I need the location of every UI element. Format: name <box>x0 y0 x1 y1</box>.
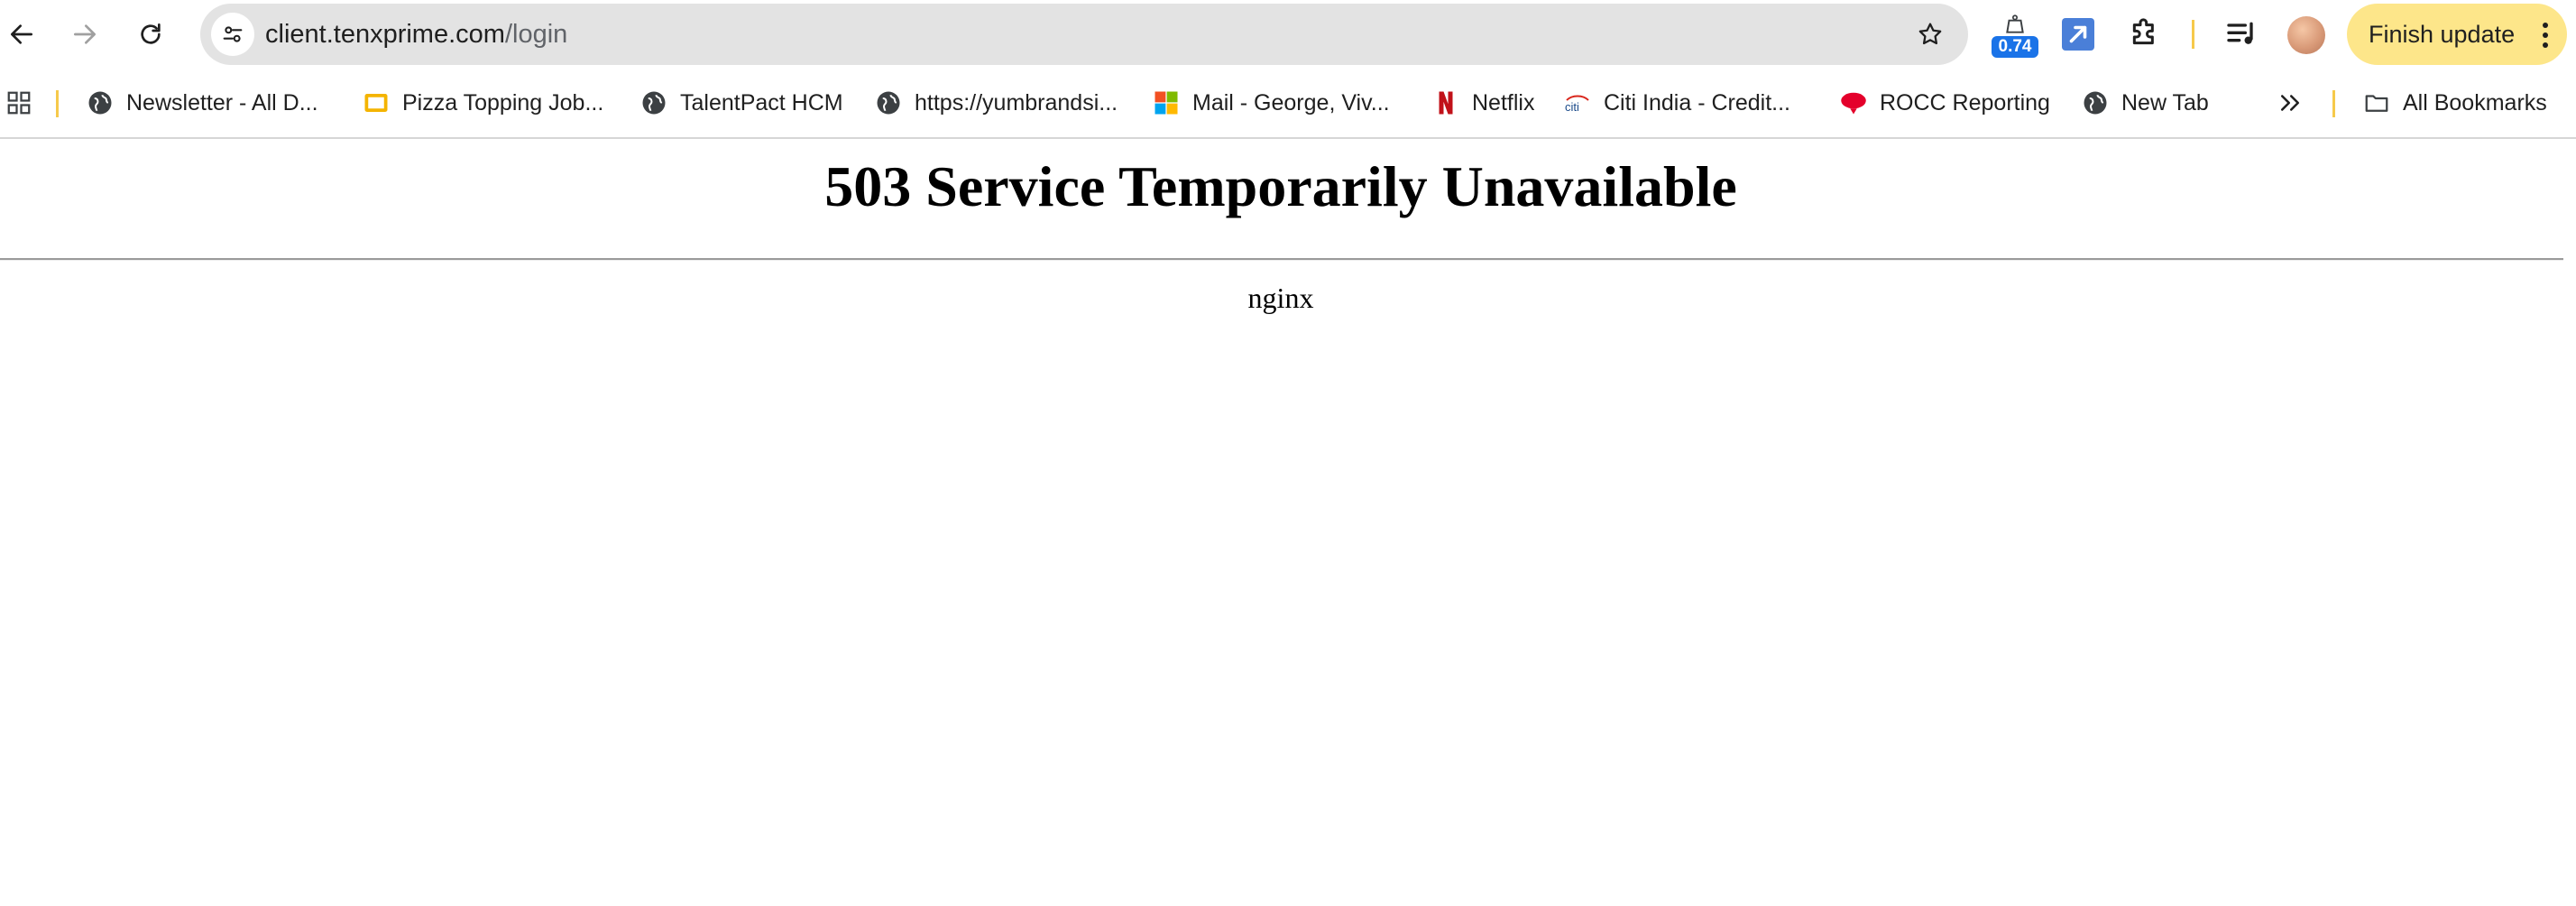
scale-icon <box>2006 14 2024 33</box>
tune-icon <box>223 26 243 42</box>
all-bookmarks-label: All Bookmarks <box>2403 89 2547 116</box>
forward-button[interactable] <box>63 13 106 56</box>
bookmark-item[interactable]: Mail - George, Viv... <box>1153 83 1390 123</box>
globe-icon <box>877 91 900 115</box>
yum-icon <box>1841 92 1866 115</box>
bookmark-label: Mail - George, Viv... <box>1192 89 1390 116</box>
slides-icon <box>364 94 388 112</box>
url-text[interactable]: client.tenxprime.com/login <box>265 4 567 65</box>
browser-toolbar: client.tenxprime.com/login 0.74 Finish u… <box>0 0 2576 69</box>
reload-icon <box>141 23 161 44</box>
page-content: 503 Service Temporarily Unavailable ngin… <box>0 139 2576 906</box>
bookmark-label: ROCC Reporting <box>1880 89 2050 116</box>
apps-button[interactable] <box>5 83 45 123</box>
svg-text:citi: citi <box>1565 100 1579 114</box>
bookmark-star-icon[interactable] <box>1916 20 1945 49</box>
extension-meter-button[interactable]: 0.74 <box>1990 13 2040 60</box>
bookmark-item[interactable]: Netflix <box>1432 83 1534 123</box>
media-controls-icon[interactable] <box>2224 16 2260 52</box>
citi-icon: citi <box>1565 95 1589 114</box>
finish-update-label: Finish update <box>2369 20 2516 48</box>
chevron-double-right-icon <box>2281 95 2299 111</box>
netflix-icon <box>1439 91 1453 115</box>
globe-icon <box>2084 91 2107 115</box>
bookmark-label: Netflix <box>1472 89 1535 116</box>
bookmark-label: New Tab <box>2121 89 2209 116</box>
bookmark-item[interactable]: citi Citi India - Credit... <box>1564 83 1790 123</box>
extensions-puzzle-icon[interactable] <box>2127 14 2163 51</box>
bookmark-item[interactable]: ROCC Reporting <box>1840 83 2050 123</box>
address-bar[interactable]: client.tenxprime.com/login <box>200 4 1968 65</box>
all-bookmarks-button[interactable]: All Bookmarks <box>2363 83 2547 123</box>
arrow-left-icon <box>10 24 32 44</box>
more-menu-icon <box>2543 23 2548 48</box>
globe-icon <box>88 91 112 115</box>
diagonal-arrow-icon <box>2069 25 2087 43</box>
bookmark-item[interactable]: New Tab <box>2082 83 2209 123</box>
horizontal-rule <box>0 258 2563 261</box>
back-button[interactable] <box>0 13 43 56</box>
profile-avatar[interactable] <box>2287 16 2325 54</box>
bookmark-label: Pizza Topping Job... <box>402 89 604 116</box>
finish-update-button[interactable]: Finish update <box>2347 4 2567 65</box>
microsoft-icon <box>1155 91 1178 115</box>
bookmarks-bar: Newsletter - All D... Pizza Topping Job.… <box>0 69 2576 139</box>
toolbar-separator <box>2192 20 2194 49</box>
bookmark-item[interactable]: Newsletter - All D... <box>87 83 318 123</box>
site-info-button[interactable] <box>211 13 254 56</box>
server-name: nginx <box>1247 282 1314 314</box>
page-title: 503 Service Temporarily Unavailable <box>824 154 1737 218</box>
bookmark-label: Newsletter - All D... <box>126 89 318 116</box>
extension-badge: 0.74 <box>1992 36 2038 58</box>
bookmark-item[interactable]: https://yumbrandsi... <box>875 83 1118 123</box>
apps-grid-icon <box>7 91 31 115</box>
bookmarks-separator <box>56 90 59 117</box>
bookmark-label: https://yumbrandsi... <box>915 89 1118 116</box>
bookmark-label: TalentPact HCM <box>680 89 843 116</box>
url-host: client.tenxprime.com <box>265 20 505 49</box>
bookmark-item[interactable]: Pizza Topping Job... <box>363 83 603 123</box>
bookmarks-separator <box>2332 90 2335 117</box>
bookmark-label: Citi India - Credit... <box>1604 89 1791 116</box>
reload-button[interactable] <box>129 13 172 56</box>
arrow-right-icon <box>74 24 96 44</box>
folder-icon <box>2365 95 2388 112</box>
globe-icon <box>642 91 666 115</box>
more-bookmarks-button[interactable] <box>2277 83 2316 123</box>
url-path: /login <box>504 20 568 49</box>
bookmark-item[interactable]: TalentPact HCM <box>640 83 843 123</box>
extension-arrow-button[interactable] <box>2062 18 2094 51</box>
